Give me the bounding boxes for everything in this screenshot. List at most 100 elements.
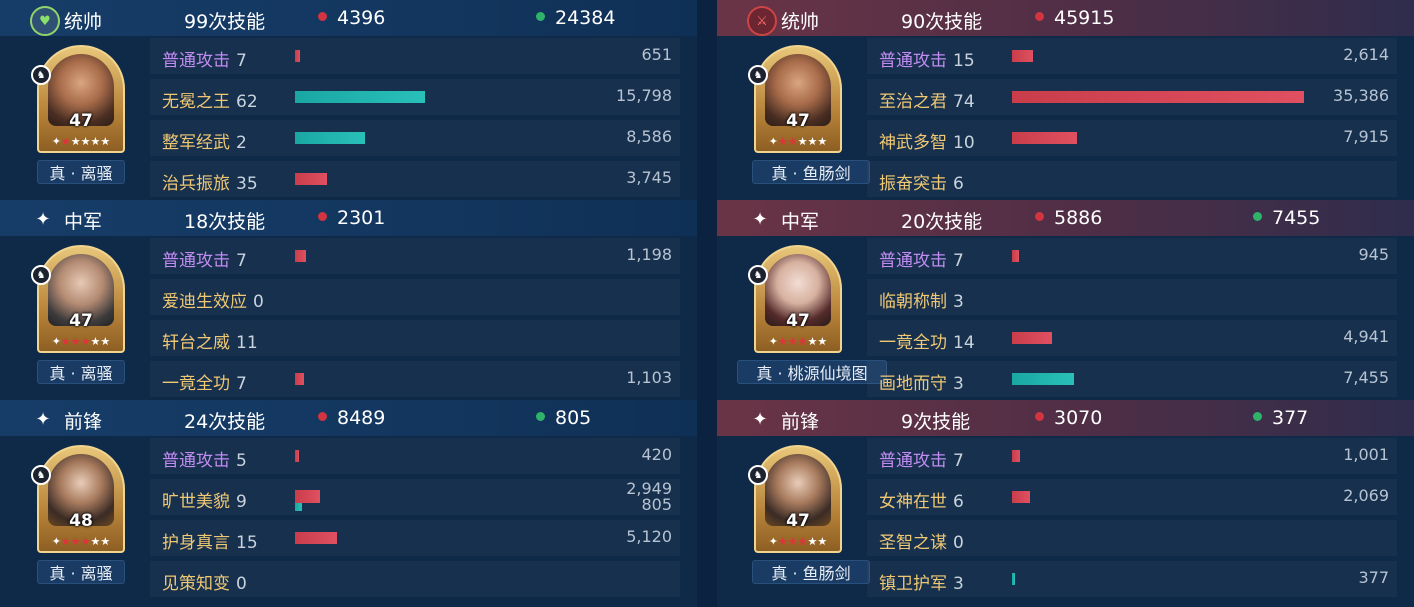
skill-uses: 14	[953, 333, 975, 353]
skill-value-line: 8,586	[626, 127, 672, 146]
skill-row: 普通攻击 5 420	[150, 438, 680, 474]
skill-uses: 0	[253, 292, 264, 312]
skill-value: 15,798	[616, 88, 672, 104]
skill-name-text: 圣智之谋	[879, 533, 947, 553]
damage-total: 3070	[1035, 407, 1102, 429]
skill-uses: 6	[953, 174, 964, 194]
skill-count: 24次技能	[184, 411, 266, 433]
equipment-label[interactable]: 真 · 离骚	[37, 560, 125, 584]
mount-icon: ♞	[31, 65, 51, 85]
damage-total: 8489	[318, 407, 385, 429]
hero-stars: ✦★★★★★	[51, 135, 111, 148]
hero-avatar[interactable]: 47 ✦★★★★★ ♞	[748, 245, 846, 353]
damage-bar	[295, 450, 299, 462]
damage-bar	[1012, 491, 1030, 503]
mount-icon: ♞	[748, 265, 768, 285]
damage-dot-icon	[318, 12, 327, 21]
skill-name: 至治之君 74	[879, 87, 975, 112]
skill-row: 临朝称制 3	[867, 279, 1397, 315]
heal-dot-icon	[1253, 412, 1262, 421]
skill-row: 至治之君 74 35,386	[867, 79, 1397, 115]
damage-total: 2301	[318, 207, 385, 229]
unit-header: ✦ 前锋 9次技能 3070 377	[717, 400, 1414, 436]
unit-block-left-1: ✦ 中军 18次技能 2301 47 ✦★★★★★ ♞ 真 · 离骚 普通攻击 7 1,198 爱迪生…	[0, 200, 697, 400]
equipment-label[interactable]: 真 · 鱼肠剑	[752, 160, 870, 184]
skill-uses: 11	[236, 333, 258, 353]
skill-name: 一竟全功 7	[162, 369, 247, 394]
skill-name: 旷世美貌 9	[162, 487, 247, 512]
skill-name-text: 整军经武	[162, 133, 230, 153]
heal-bar	[295, 503, 303, 511]
skill-name: 女神在世 6	[879, 487, 964, 512]
skill-uses: 0	[236, 574, 247, 594]
skill-value-line: 1,198	[626, 245, 672, 264]
skill-uses: 0	[953, 533, 964, 553]
skill-name-text: 爱迪生效应	[162, 292, 247, 312]
damage-bar	[1012, 50, 1034, 62]
skill-count: 20次技能	[901, 211, 983, 233]
skill-row: 神武多智 10 7,915	[867, 120, 1397, 156]
green-shield-icon: ♥	[30, 6, 60, 36]
skill-name: 普通攻击 7	[879, 446, 964, 471]
damage-bar	[1012, 91, 1305, 103]
role-label: 统帅	[781, 11, 820, 33]
skill-uses: 62	[236, 92, 258, 112]
skill-uses: 35	[236, 174, 258, 194]
skill-value: 651	[641, 47, 672, 63]
equipment-label[interactable]: 真 · 鱼肠剑	[752, 560, 870, 584]
skill-row: 普通攻击 15 2,614	[867, 38, 1397, 74]
skill-uses: 15	[236, 533, 258, 553]
skill-value-line: 2,069	[1343, 486, 1389, 505]
skill-value-line: 35,386	[1333, 86, 1389, 105]
skill-uses: 7	[236, 51, 247, 71]
skill-value: 377	[1358, 570, 1389, 586]
unit-header: ✦ 前锋 24次技能 8489 805	[0, 400, 697, 436]
heal-dot-icon	[536, 12, 545, 21]
mount-icon: ♞	[748, 65, 768, 85]
skill-value: 35,386	[1333, 88, 1389, 104]
heal-value: 805	[555, 407, 592, 429]
skill-value: 8,586	[626, 129, 672, 145]
damage-bar	[1012, 332, 1053, 344]
skill-row: 普通攻击 7 945	[867, 238, 1397, 274]
hero-level: 47	[69, 111, 93, 131]
equipment-label[interactable]: 真 · 离骚	[37, 160, 125, 184]
role-label: 中军	[781, 211, 820, 233]
damage-value: 8489	[337, 407, 386, 429]
skill-value: 2,069	[1343, 488, 1389, 504]
skill-row: 女神在世 6 2,069	[867, 479, 1397, 515]
skill-value: 3,745	[626, 170, 672, 186]
hero-avatar[interactable]: 47 ✦★★★★★ ♞	[31, 45, 129, 153]
skill-name: 圣智之谋 0	[879, 528, 964, 553]
skill-row: 治兵振旅 35 3,745	[150, 161, 680, 197]
damage-bar	[1012, 450, 1021, 462]
damage-dot-icon	[318, 212, 327, 221]
hero-avatar[interactable]: 48 ✦★★★★★ ♞	[31, 445, 129, 553]
skill-name-text: 一竟全功	[162, 374, 230, 394]
skill-name-text: 普通攻击	[879, 451, 947, 471]
battle-stats-screen: ♥ 统帅 99次技能 4396 24384 47 ✦★★★★★ ♞ 真 · 离骚 普通攻击 7 651…	[0, 0, 1414, 607]
skill-name-text: 无冕之王	[162, 92, 230, 112]
equipment-label[interactable]: 真 · 离骚	[37, 360, 125, 384]
star-icon: ✦	[35, 208, 51, 230]
skill-row: 振奋突击 6	[867, 161, 1397, 197]
skill-name: 画地而守 3	[879, 369, 964, 394]
skill-row: 普通攻击 7 1,001	[867, 438, 1397, 474]
skill-uses: 74	[953, 92, 975, 112]
damage-dot-icon	[1035, 12, 1044, 21]
skill-count: 90次技能	[901, 11, 983, 33]
skill-name-text: 轩台之威	[162, 333, 230, 353]
hero-avatar[interactable]: 47 ✦★★★★★ ♞	[748, 45, 846, 153]
star-icon: ✦	[35, 408, 51, 430]
equipment-label[interactable]: 真 · 桃源仙境图	[737, 360, 887, 384]
skill-uses: 7	[236, 374, 247, 394]
skill-value: 5,120	[626, 529, 672, 545]
red-sword-shield-icon: ⚔	[747, 6, 777, 36]
skill-row: 爱迪生效应 0	[150, 279, 680, 315]
heal-value: 7455	[1272, 207, 1321, 229]
skill-row: 轩台之威 11	[150, 320, 680, 356]
hero-avatar[interactable]: 47 ✦★★★★★ ♞	[31, 245, 129, 353]
unit-block-right-0: ⚔ 统帅 90次技能 45915 47 ✦★★★★★ ♞ 真 · 鱼肠剑 普通攻击 15 2,614…	[717, 0, 1414, 200]
hero-avatar[interactable]: 47 ✦★★★★★ ♞	[748, 445, 846, 553]
right-team-panel: ⚔ 统帅 90次技能 45915 47 ✦★★★★★ ♞ 真 · 鱼肠剑 普通攻击 15 2,614…	[717, 0, 1414, 607]
